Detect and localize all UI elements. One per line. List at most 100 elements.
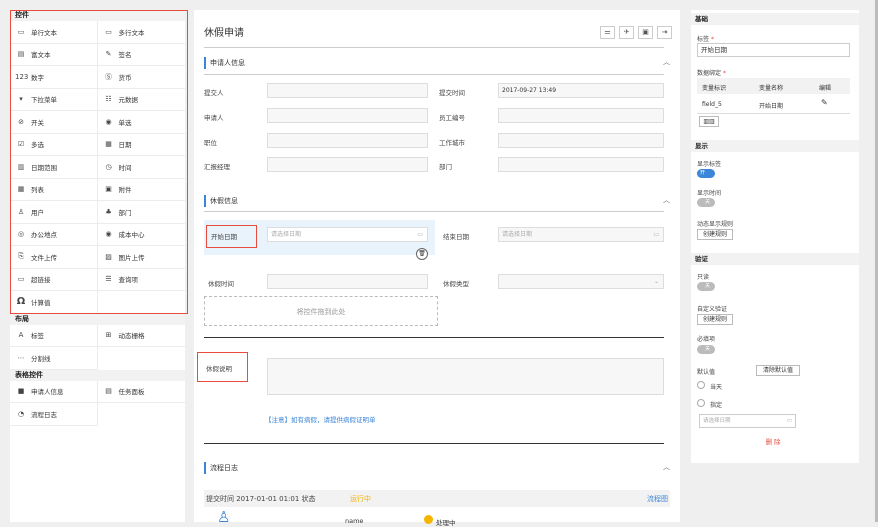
palette-item[interactable]: ✎ 签名 xyxy=(97,44,185,66)
palette-item[interactable]: ▤ 富文本 xyxy=(10,43,98,66)
palette-item[interactable]: ◷ 时间 xyxy=(97,156,185,179)
metadata-icon: ☷ xyxy=(105,95,112,104)
leave-type-select[interactable]: ⌄ xyxy=(498,274,664,289)
palette-item[interactable]: Ⓢ 货币 xyxy=(97,66,185,89)
calendar-icon: ▦ xyxy=(105,140,112,149)
required-toggle[interactable]: 关 xyxy=(697,345,715,354)
trash-icon[interactable]: 🗑 xyxy=(416,248,428,260)
omega-icon: Ω xyxy=(16,296,26,308)
table-icon: ▦ xyxy=(17,185,25,194)
palette-item[interactable]: ▣ 附件 xyxy=(97,179,185,201)
row-var: field_5 xyxy=(702,101,722,108)
palette-item[interactable]: ▭ 超链接 xyxy=(10,268,98,291)
create-rule-button[interactable]: 创建规则 xyxy=(697,229,733,240)
clear-default-button[interactable]: 清除默认值 xyxy=(756,365,800,376)
palette-item[interactable]: ☑ 多选 xyxy=(10,133,98,156)
textbox-icon: ▭ xyxy=(17,27,25,36)
palette-item[interactable]: ⊞ 动态栅格 xyxy=(97,325,185,347)
barcode-icon[interactable]: ▥▥ xyxy=(699,116,719,127)
position-field[interactable] xyxy=(267,133,428,148)
checkbox-icon: ☑ xyxy=(17,140,25,149)
palette-item[interactable]: ▭ 单行文本 xyxy=(10,21,98,44)
chevron-up-icon[interactable]: ︿ xyxy=(663,462,670,472)
emp-no-field[interactable] xyxy=(498,108,664,123)
palette-item[interactable]: A 标签 xyxy=(10,324,98,347)
drop-zone[interactable]: 将控件拖到此处 xyxy=(204,296,438,326)
chevron-down-icon: ⌄ xyxy=(653,278,659,285)
flow-log-header: 提交时间 2017-01-01 01:01 状态 运行中 流程图 xyxy=(204,490,670,507)
applicant-field[interactable] xyxy=(267,108,428,123)
save-icon[interactable]: ▣ xyxy=(638,26,653,39)
delete-button[interactable]: 删 除 xyxy=(755,436,791,449)
flow-chart-link[interactable]: 流程图 xyxy=(647,494,668,504)
palette-item[interactable]: ◉ 成本中心 xyxy=(97,224,185,246)
lookup-icon: ☰ xyxy=(105,275,112,284)
show-label-toggle[interactable]: 开 xyxy=(697,169,715,178)
palette-item[interactable]: ◔ 流程日志 xyxy=(10,403,98,426)
palette-item[interactable]: ▾ 下拉菜单 xyxy=(10,88,98,111)
today-radio[interactable] xyxy=(697,381,705,389)
palette-item-label: 单选 xyxy=(118,118,132,127)
palette-item-label: 部门 xyxy=(118,208,132,217)
section-basic: 基础 xyxy=(691,13,859,25)
rocket-icon[interactable]: ✈ xyxy=(619,26,634,39)
create-rule-button-2[interactable]: 创建规则 xyxy=(697,314,733,325)
palette-item[interactable]: ⋯ 分割线 xyxy=(10,347,98,370)
leave-desc-textarea[interactable] xyxy=(267,358,664,395)
palette-item[interactable]: ⎘ 文件上传 xyxy=(10,246,98,269)
palette-item[interactable]: ▦ 日期 xyxy=(97,134,185,156)
settings-icon[interactable]: ⚌ xyxy=(600,26,615,39)
label-input[interactable]: 开始日期 xyxy=(697,43,850,57)
palette-item[interactable]: ◎ 办公地点 xyxy=(10,223,98,246)
dept-label: 部门 xyxy=(439,163,452,171)
submitter-field[interactable] xyxy=(267,83,428,98)
palette-item-label: 开关 xyxy=(31,118,44,127)
form-canvas: 休假申请 ⚌ ✈ ▣ ⇥ 申请人信息 ︿ 提交人 提交时间 2017-09-27… xyxy=(194,10,680,527)
manager-field[interactable] xyxy=(267,157,428,172)
section-flow-log[interactable]: 流程日志 ︿ xyxy=(204,461,670,475)
palette-item[interactable]: ▦ 列表 xyxy=(10,178,98,201)
show-time-toggle[interactable]: 关 xyxy=(697,198,715,207)
show-time-label: 显示时间 xyxy=(697,190,722,197)
palette-item[interactable]: ▨ 图片上传 xyxy=(97,246,185,269)
edit-icon[interactable]: ✎ xyxy=(821,98,828,107)
palette-item[interactable]: ■ 申请人信息 xyxy=(10,380,98,403)
palette-item-label: 图片上传 xyxy=(118,253,145,262)
start-date-field[interactable]: 请选择日期 ▭ xyxy=(267,227,428,242)
chevron-up-icon[interactable]: ︿ xyxy=(663,57,670,67)
palette-item[interactable]: ☰ 查询项 xyxy=(97,269,185,291)
palette-item[interactable]: ▭ 多行文本 xyxy=(97,21,185,44)
show-label-label: 显示标签 xyxy=(697,161,722,168)
col-name: 变量名称 xyxy=(759,85,784,92)
palette-item[interactable]: ▥ 日期范围 xyxy=(10,156,98,179)
dynamic-rule-label: 动态显示规则 xyxy=(697,221,734,228)
section-applicant[interactable]: 申请人信息 ︿ xyxy=(204,56,670,70)
chevron-up-icon[interactable]: ︿ xyxy=(663,195,670,205)
palette-item[interactable]: 123 数字 xyxy=(10,66,98,89)
palette-item-label: 动态栅格 xyxy=(118,332,145,341)
palette-item[interactable]: ⊘ 开关 xyxy=(10,111,98,134)
end-date-field[interactable]: 请选择日期 ▭ xyxy=(498,227,664,242)
divider-icon: ⋯ xyxy=(17,353,25,362)
readonly-toggle[interactable]: 关 xyxy=(697,282,715,291)
palette-item[interactable]: ♙ 用户 xyxy=(10,201,98,224)
palette-item-label: 任务面板 xyxy=(118,388,145,397)
specified-radio[interactable] xyxy=(697,399,705,407)
default-date-field[interactable]: 请选择日期 ▭ xyxy=(699,414,796,428)
divider xyxy=(204,211,664,212)
section-leave[interactable]: 休假信息 ︿ xyxy=(204,194,670,208)
leave-time-field[interactable] xyxy=(267,274,428,289)
palette-item[interactable]: ♣ 部门 xyxy=(97,201,185,224)
required-mark: * xyxy=(722,70,726,77)
palette-item[interactable]: ◉ 单选 xyxy=(97,111,185,134)
label-label: 标签 * xyxy=(697,34,714,43)
palette-item[interactable]: ☷ 元数据 xyxy=(97,89,185,111)
palette-item[interactable]: ▤ 任务面板 xyxy=(97,381,185,403)
dept-field[interactable] xyxy=(498,157,664,172)
city-field[interactable] xyxy=(498,133,664,148)
submit-time-field[interactable]: 2017-09-27 13:49 xyxy=(498,83,664,98)
today-label: 当天 xyxy=(710,384,723,391)
divider xyxy=(204,443,664,444)
palette-item[interactable]: Ω 计算值 xyxy=(10,291,98,314)
exit-icon[interactable]: ⇥ xyxy=(657,26,672,39)
